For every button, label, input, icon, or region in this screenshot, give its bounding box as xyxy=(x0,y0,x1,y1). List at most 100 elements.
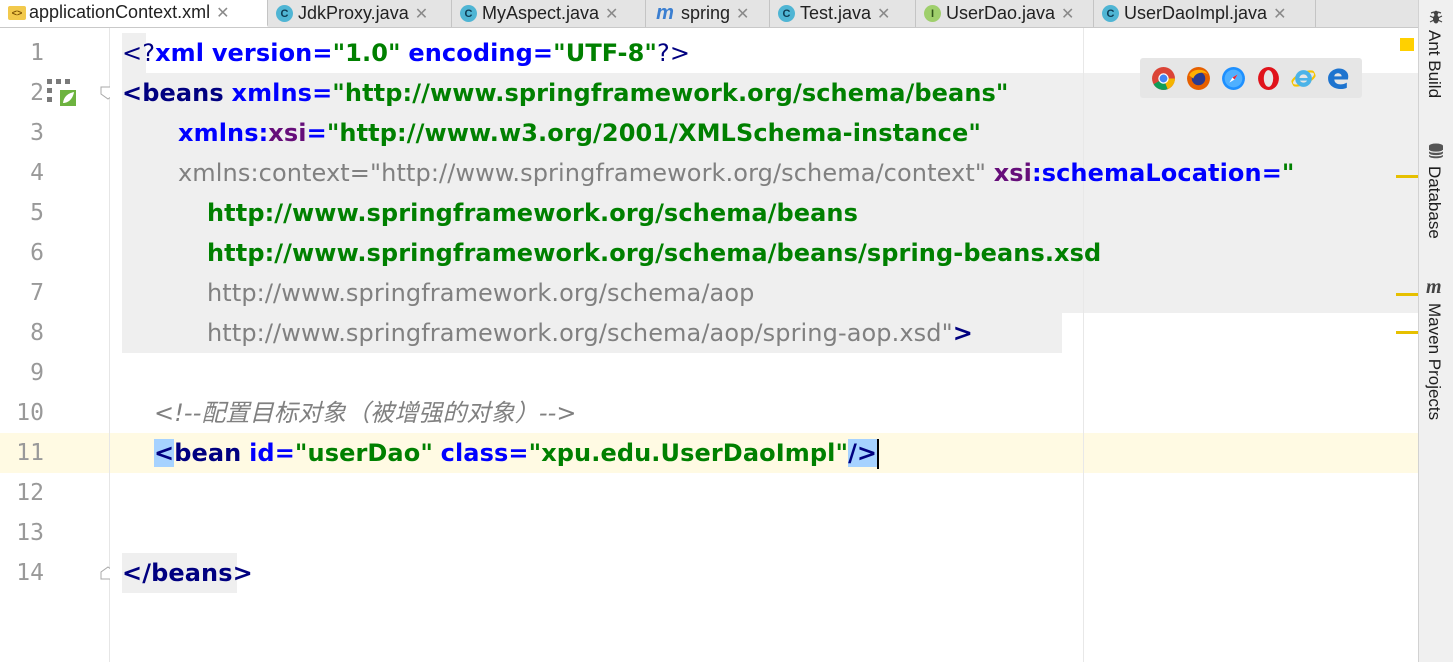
token: xsi xyxy=(993,159,1033,187)
tool-database[interactable]: Database xyxy=(1424,166,1444,239)
tool-maven-projects[interactable]: Maven Projects xyxy=(1424,303,1444,420)
token: "http://www.springframework.org/schema/b… xyxy=(332,79,1009,107)
code-editor[interactable]: <?xml version="1.0" encoding="UTF-8"?> <… xyxy=(110,28,1418,662)
token: http://www.springframework.org/schema/ao… xyxy=(207,319,942,347)
tab-myaspect-java[interactable]: C MyAspect.java ✕ xyxy=(452,0,646,27)
inspection-status-icon[interactable] xyxy=(1400,38,1414,51)
error-stripe-marker[interactable] xyxy=(1396,175,1418,178)
token: schemaLocation xyxy=(1041,159,1262,187)
line-number: 10 xyxy=(16,400,44,426)
token: = xyxy=(1261,159,1282,187)
code-line-11: <bean id="userDao" class="xpu.edu.UserDa… xyxy=(154,433,880,473)
close-icon[interactable]: ✕ xyxy=(736,4,749,24)
class-icon: C xyxy=(1102,5,1119,22)
code-line-14: </beans> xyxy=(122,553,253,593)
code-line-7: http://www.springframework.org/schema/ao… xyxy=(207,279,755,307)
module-icon: m xyxy=(656,2,674,24)
class-icon: C xyxy=(778,5,795,22)
token: = xyxy=(312,79,333,107)
right-margin-guide xyxy=(1083,28,1084,662)
token: = xyxy=(532,39,554,67)
right-tool-window-strip: Ant Build Database m Maven Projects xyxy=(1418,0,1453,662)
tab-test-java[interactable]: C Test.java ✕ xyxy=(770,0,916,27)
tab-label: UserDaoImpl.java xyxy=(1124,3,1268,23)
error-stripe-marker[interactable] xyxy=(1396,293,1418,296)
code-line-8: http://www.springframework.org/schema/ao… xyxy=(207,313,973,353)
token: = xyxy=(312,39,333,67)
token: <? xyxy=(122,39,156,67)
line-number: 14 xyxy=(16,560,44,586)
line-number: 13 xyxy=(16,520,44,546)
token: < xyxy=(122,79,143,107)
safari-icon[interactable] xyxy=(1221,66,1246,91)
code-line-3: xmlns:xsi="http://www.w3.org/2001/XMLSch… xyxy=(178,113,981,153)
tool-ant-build[interactable]: Ant Build xyxy=(1424,30,1444,98)
chrome-icon[interactable] xyxy=(1151,66,1176,91)
token: > xyxy=(952,319,973,347)
xml-file-icon: <> xyxy=(8,5,26,20)
class-icon: C xyxy=(460,5,477,22)
maven-icon: m xyxy=(1426,276,1442,298)
line-number: 3 xyxy=(30,120,44,146)
tab-label: applicationContext.xml xyxy=(29,2,211,22)
line-number: 12 xyxy=(16,480,44,506)
firefox-icon[interactable] xyxy=(1186,66,1211,91)
ant-icon xyxy=(1429,10,1443,24)
code-line-5: http://www.springframework.org/schema/be… xyxy=(207,199,858,227)
tab-label: JdkProxy.java xyxy=(298,3,409,23)
class-icon: C xyxy=(276,5,293,22)
line-number: 8 xyxy=(30,320,44,346)
token: xsi xyxy=(268,119,307,147)
line-number: 4 xyxy=(30,160,44,186)
code-line-1: <?xml version="1.0" encoding="UTF-8"?> xyxy=(122,33,690,73)
edge-icon[interactable] xyxy=(1326,66,1351,91)
line-number: 6 xyxy=(30,240,44,266)
close-icon[interactable]: ✕ xyxy=(1273,4,1286,24)
error-stripe-marker[interactable] xyxy=(1396,331,1418,334)
line-number: 11 xyxy=(16,440,44,466)
token: < xyxy=(154,439,175,467)
token: /> xyxy=(848,439,878,467)
token: : xyxy=(258,119,269,147)
token: "userDao" xyxy=(294,439,433,467)
token: "UTF-8" xyxy=(553,39,658,67)
token: xml xyxy=(155,39,205,67)
token: beans xyxy=(151,559,233,587)
tab-jdkproxy-java[interactable]: C JdkProxy.java ✕ xyxy=(268,0,452,27)
open-in-browser-popup xyxy=(1140,58,1362,98)
token: = xyxy=(508,439,529,467)
line-number-gutter[interactable]: 1 2 3 4 5 6 7 8 9 10 11 12 13 14 xyxy=(0,28,110,662)
close-icon[interactable]: ✕ xyxy=(1061,4,1074,24)
token: : xyxy=(1032,159,1042,187)
token: > xyxy=(232,559,253,587)
code-line-6: http://www.springframework.org/schema/be… xyxy=(207,239,1102,267)
ie-icon[interactable] xyxy=(1291,66,1316,91)
close-icon[interactable]: ✕ xyxy=(605,4,618,24)
token: "http://www.w3.org/2001/XMLSchema-instan… xyxy=(326,119,981,147)
tab-userdaoimpl-java[interactable]: C UserDaoImpl.java ✕ xyxy=(1094,0,1316,27)
opera-icon[interactable] xyxy=(1256,66,1281,91)
code-line-10-comment: <!--配置目标对象（被增强的对象）--> xyxy=(154,399,577,427)
token: </ xyxy=(122,559,152,587)
tab-label: Test.java xyxy=(800,3,872,23)
token: xmlns xyxy=(178,119,259,147)
token: "xpu.edu.UserDaoImpl" xyxy=(528,439,849,467)
tab-userdao-java[interactable]: I UserDao.java ✕ xyxy=(916,0,1094,27)
spring-bean-icon[interactable] xyxy=(46,78,78,108)
tab-applicationcontext-xml[interactable]: <> applicationContext.xml ✕ xyxy=(0,0,268,27)
editor-tab-bar: <> applicationContext.xml ✕ C JdkProxy.j… xyxy=(0,0,1418,28)
tab-label: UserDao.java xyxy=(946,3,1056,23)
close-icon[interactable]: ✕ xyxy=(877,4,890,24)
token: encoding xyxy=(408,39,533,67)
tab-label: MyAspect.java xyxy=(482,3,600,23)
close-icon[interactable]: ✕ xyxy=(415,4,428,24)
code-line-4: xmlns:context="http://www.springframewor… xyxy=(178,153,1295,193)
tab-spring[interactable]: m spring ✕ xyxy=(646,0,770,27)
token: ?> xyxy=(657,39,691,67)
token: class xyxy=(440,439,509,467)
token: " xyxy=(941,319,953,347)
interface-icon: I xyxy=(924,5,941,22)
close-icon[interactable]: ✕ xyxy=(216,3,229,23)
token: bean xyxy=(174,439,242,467)
token: beans xyxy=(142,79,224,107)
